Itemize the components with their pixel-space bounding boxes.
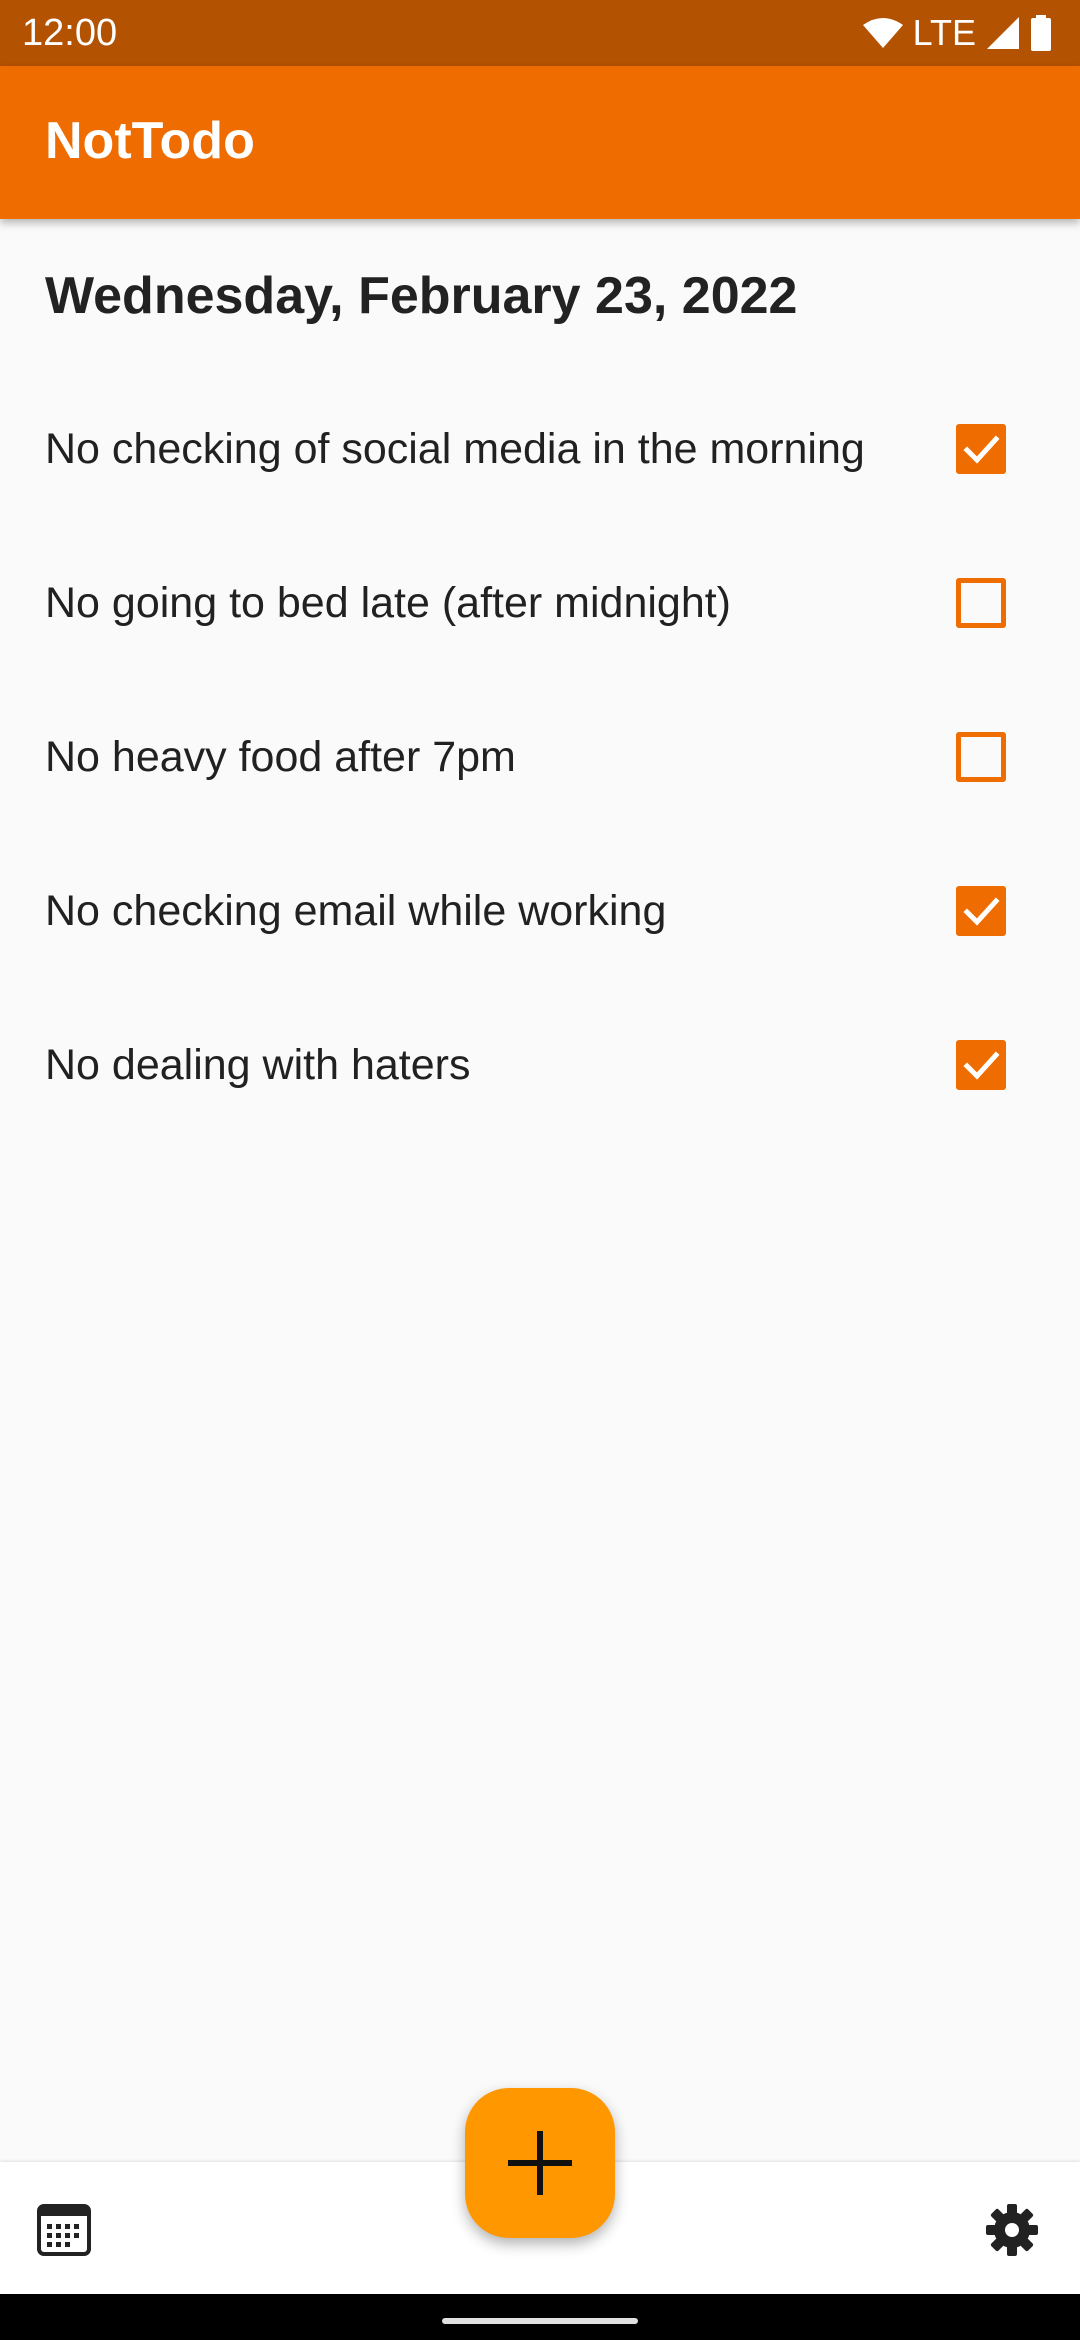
system-nav-bar [0,2294,1080,2340]
checkmark-icon [963,1051,1000,1080]
checkmark-icon [963,897,1000,926]
status-bar: 12:00 LTE [0,0,1080,66]
calendar-icon [37,2204,91,2256]
calendar-button[interactable] [36,2202,92,2258]
battery-icon [1030,15,1052,51]
list-item-label: No dealing with haters [45,1041,471,1089]
list-item-label: No going to bed late (after midnight) [45,579,732,627]
status-icons: LTE [862,10,1052,56]
app-title: NotTodo [45,112,255,170]
checkbox[interactable] [956,424,1006,474]
list-item[interactable]: No heavy food after 7pm [0,680,1080,834]
list-item-label: No heavy food after 7pm [45,733,516,781]
date-heading: Wednesday, February 23, 2022 [45,267,798,325]
network-type-label: LTE [912,12,976,53]
gear-icon [986,2204,1038,2256]
checkbox[interactable] [956,886,1006,936]
list-item[interactable]: No going to bed late (after midnight) [0,526,1080,680]
cell-signal-icon [986,16,1020,50]
checkmark-icon [963,435,1000,464]
checkbox[interactable] [956,1040,1006,1090]
add-item-button[interactable] [465,2088,615,2238]
list-item[interactable]: No checking email while working [0,834,1080,988]
checkbox[interactable] [956,732,1006,782]
settings-button[interactable] [984,2202,1040,2258]
list-item[interactable]: No checking of social media in the morni… [0,372,1080,526]
plus-icon [508,2131,572,2195]
app-bar: NotTodo [0,66,1080,219]
list-item-label: No checking email while working [45,887,667,935]
home-indicator[interactable] [442,2318,638,2324]
status-time: 12:00 [22,12,118,54]
checkbox[interactable] [956,578,1006,628]
list-item[interactable]: No dealing with haters [0,988,1080,1142]
list-item-label: No checking of social media in the morni… [45,425,865,473]
wifi-icon [862,17,903,49]
